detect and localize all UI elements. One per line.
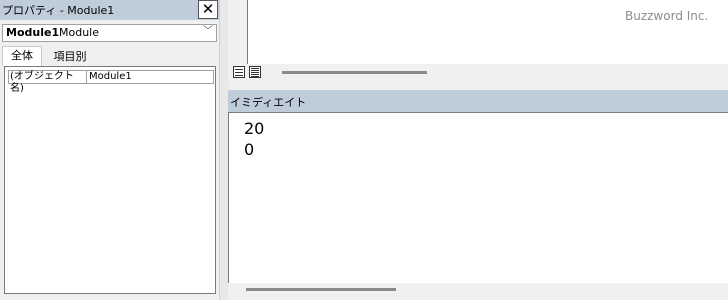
property-row-name[interactable]: (オブジェクト名) Module1 bbox=[8, 70, 214, 94]
immediate-window[interactable] bbox=[228, 112, 728, 283]
object-name: Module1 bbox=[6, 26, 60, 39]
code-horizontal-scrollbar[interactable] bbox=[282, 71, 427, 74]
watermark: Buzzword Inc. bbox=[625, 9, 709, 23]
immediate-bottom-bar bbox=[228, 283, 728, 300]
object-dropdown[interactable]: Module1 Module ﹀ bbox=[2, 24, 217, 42]
properties-grid: (オブジェクト名) Module1 bbox=[4, 66, 216, 294]
immediate-title: イミディエイト bbox=[230, 96, 307, 109]
code-margin bbox=[228, 0, 248, 64]
properties-titlebar[interactable]: プロパティ - Module1 bbox=[0, 0, 219, 20]
object-type: Module bbox=[59, 26, 99, 39]
property-value[interactable]: Module1 bbox=[89, 71, 132, 83]
tab-alphabetic[interactable]: 全体 bbox=[2, 46, 42, 66]
immediate-output-line: 0 bbox=[244, 140, 255, 159]
immediate-horizontal-scrollbar[interactable] bbox=[246, 288, 396, 291]
procedure-view-icon[interactable] bbox=[233, 66, 245, 78]
immediate-output-line: 20 bbox=[244, 119, 265, 138]
properties-title: プロパティ - Module1 bbox=[2, 4, 115, 17]
properties-pane: プロパティ - Module1 ✕ Module1 Module ﹀ 全体 項目… bbox=[0, 0, 219, 300]
full-module-view-icon[interactable] bbox=[249, 66, 261, 78]
property-key: (オブジェクト名) bbox=[10, 71, 87, 94]
tab-categorized[interactable]: 項目別 bbox=[46, 48, 94, 66]
chevron-down-icon: ﹀ bbox=[203, 26, 213, 37]
close-icon[interactable]: ✕ bbox=[198, 0, 218, 19]
